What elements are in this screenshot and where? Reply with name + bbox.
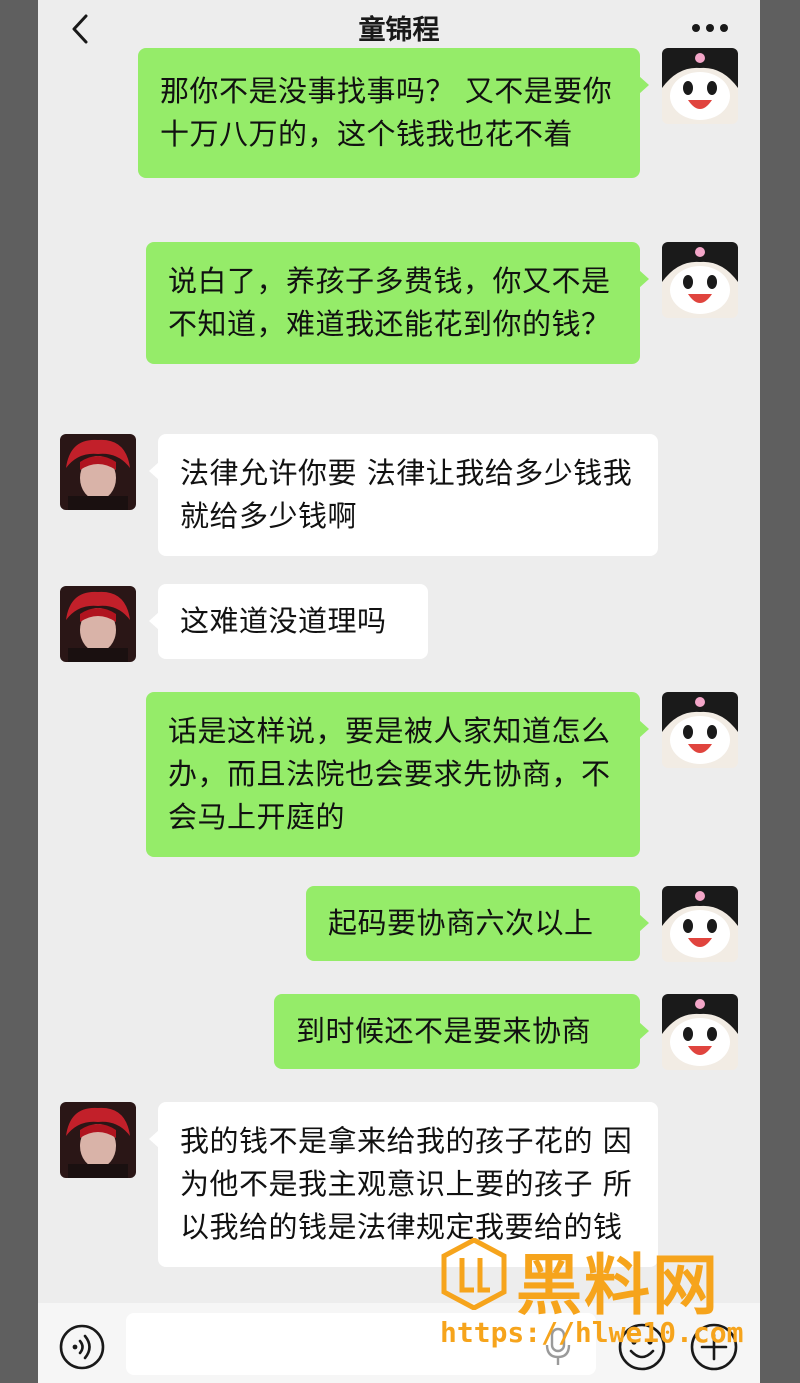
message-bubble[interactable]: 那你不是没事找事吗？ 又不是要你十万八万的，这个钱我也花不着: [138, 48, 649, 178]
message-bubble[interactable]: 起码要协商六次以上: [306, 886, 649, 961]
chat-title: 童锦程: [358, 15, 440, 46]
watermark-logo-icon: [441, 1238, 507, 1310]
message-bubble[interactable]: 到时候还不是要来协商: [274, 994, 649, 1069]
more-dots-icon[interactable]: [688, 16, 732, 40]
message-bubble[interactable]: 法律允许你要 法律让我给多少钱我就给多少钱啊: [149, 434, 658, 556]
watermark-name: 黑料网: [516, 1247, 720, 1324]
self-avatar[interactable]: [662, 886, 738, 962]
message-text: 说白了，养孩子多费钱，你又不是不知道，难道我还能花到你的钱？: [168, 264, 611, 341]
self-avatar[interactable]: [662, 242, 738, 318]
self-avatar[interactable]: [662, 692, 738, 768]
chat-screen: 童锦程 那你不是没事找事吗？ 又不是要你十万八万的，这个钱我也花不着 说白了，养…: [38, 0, 760, 1383]
message-text: 到时候还不是要来协商: [296, 1014, 592, 1048]
message-bubble[interactable]: 这难道没道理吗: [149, 584, 428, 659]
message-text: 这难道没道理吗: [180, 604, 387, 638]
message-list[interactable]: 那你不是没事找事吗？ 又不是要你十万八万的，这个钱我也花不着 说白了，养孩子多费…: [38, 48, 760, 1303]
contact-avatar[interactable]: [60, 1102, 136, 1178]
self-avatar[interactable]: [662, 48, 738, 124]
watermark: 黑料网 https://hlwe10.com: [440, 1238, 760, 1360]
message-text: 起码要协商六次以上: [328, 906, 594, 940]
message-text: 法律允许你要 法律让我给多少钱我就给多少钱啊: [180, 456, 633, 533]
contact-avatar[interactable]: [60, 434, 136, 510]
message-text: 我的钱不是拿来给我的孩子花的 因为他不是我主观意识上要的孩子 所以我给的钱是法律…: [180, 1124, 633, 1244]
self-avatar[interactable]: [662, 994, 738, 1070]
voice-icon[interactable]: [58, 1323, 106, 1371]
watermark-url: https://hlwe10.com: [440, 1316, 744, 1349]
contact-avatar[interactable]: [60, 586, 136, 662]
message-text: 那你不是没事找事吗？ 又不是要你十万八万的，这个钱我也花不着: [160, 74, 613, 151]
message-bubble[interactable]: 说白了，养孩子多费钱，你又不是不知道，难道我还能花到你的钱？: [146, 242, 649, 364]
message-bubble[interactable]: 话是这样说，要是被人家知道怎么办，而且法院也会要求先协商，不会马上开庭的: [146, 692, 649, 857]
message-text: 话是这样说，要是被人家知道怎么办，而且法院也会要求先协商，不会马上开庭的: [168, 714, 611, 834]
